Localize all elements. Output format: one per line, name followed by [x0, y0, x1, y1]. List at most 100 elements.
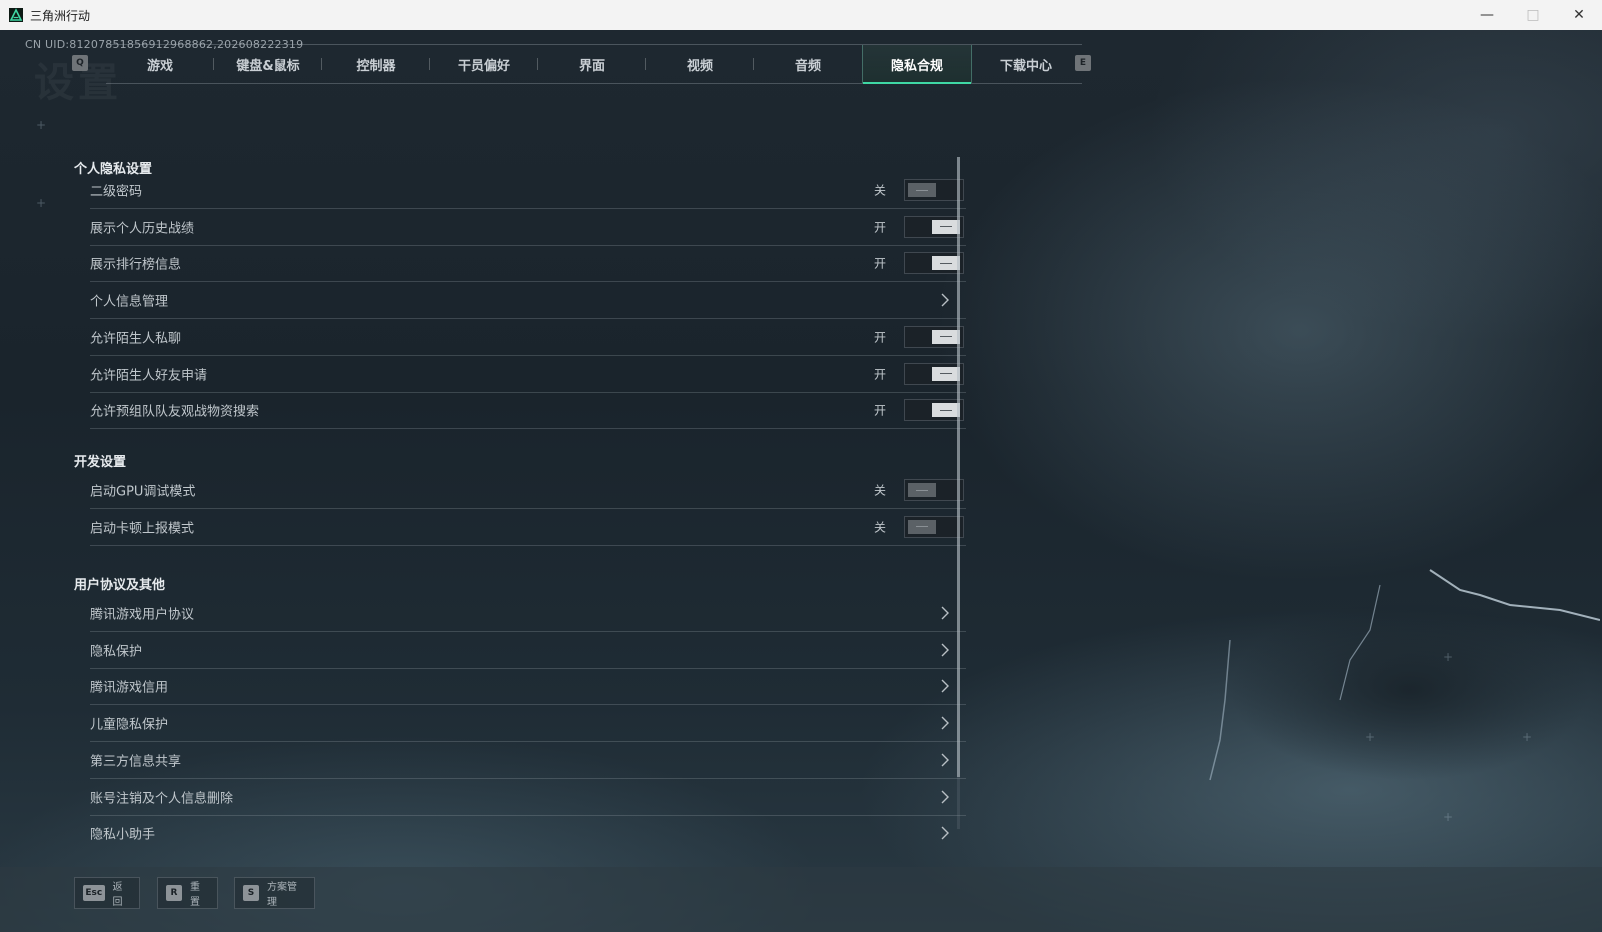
setting-row-link[interactable]: 个人信息管理 [90, 282, 966, 320]
setting-row-link[interactable]: 隐私保护 [90, 632, 966, 669]
crosshair-decoration: + [1443, 810, 1454, 824]
prev-tab-key-hint[interactable]: Q [72, 55, 88, 71]
chevron-right-icon [941, 716, 949, 730]
setting-label: 个人信息管理 [90, 294, 169, 310]
setting-row-toggle[interactable]: 二级密码 关 [90, 172, 966, 209]
tab-5[interactable]: 视频 [646, 45, 754, 83]
toggle-knob [908, 183, 936, 197]
tab-8[interactable]: 下载中心 [972, 45, 1080, 83]
toggle-knob [932, 366, 960, 381]
maximize-icon[interactable]: □ [1510, 0, 1556, 30]
setting-row-link[interactable]: 儿童隐私保护 [90, 705, 966, 743]
setting-label: 允许陌生人私聊 [90, 331, 182, 347]
app-logo-icon [8, 7, 24, 23]
toggle-state-label: 开 [873, 220, 886, 235]
setting-row-toggle[interactable]: 启动卡顿上报模式 关 [90, 509, 966, 546]
toggle-knob [932, 219, 960, 234]
reset-button-label: 重置 [190, 882, 200, 908]
window-title: 三角洲行动 [30, 8, 91, 23]
settings-panel: 个人隐私设置 二级密码关展示个人历史战绩开展示排行榜信息开个人信息管理 允许陌生人私… [70, 118, 970, 846]
toggle-knob [932, 403, 960, 418]
tab-label: 下载中心 [999, 58, 1052, 74]
toggle-knob [908, 519, 936, 534]
tab-4[interactable]: 界面 [538, 45, 646, 83]
setting-row-link[interactable]: 账号注销及个人信息删除 [90, 779, 966, 816]
scheme-manage-button[interactable]: S 方案管理 [234, 877, 315, 909]
toggle-switch[interactable] [904, 252, 964, 275]
back-button-label: 返回 [112, 882, 123, 908]
setting-label: 二级密码 [90, 184, 143, 200]
r-key-hint: R [166, 885, 182, 901]
tab-label: 游戏 [146, 58, 173, 74]
minimize-icon[interactable]: — [1464, 0, 1510, 30]
tab-label: 隐私合规 [890, 58, 943, 74]
setting-row-link[interactable]: 腾讯游戏用户协议 [90, 595, 966, 632]
toggle-switch[interactable] [904, 325, 964, 348]
s-key-hint: S [243, 885, 259, 901]
setting-row-toggle[interactable]: 允许陌生人好友申请 开 [90, 356, 966, 393]
toggle-state-label: 关 [873, 520, 886, 535]
tab-2[interactable]: 控制器 [322, 45, 430, 83]
chevron-right-icon [941, 293, 949, 307]
tab-6[interactable]: 音频 [754, 45, 862, 83]
scheme-manage-button-label: 方案管理 [267, 882, 297, 908]
back-button[interactable]: Esc 返回 [74, 877, 140, 909]
chevron-right-icon [941, 606, 949, 620]
tab-label: 界面 [578, 58, 605, 74]
setting-row-toggle[interactable]: 启动GPU调试模式 关 [90, 472, 966, 509]
section-title-agreements: 用户协议及其他 [74, 578, 166, 593]
toggle-switch[interactable] [904, 362, 964, 385]
window-title-bar: 三角洲行动 — □ ✕ [0, 0, 1602, 31]
setting-row-toggle[interactable]: 展示个人历史战绩 开 [90, 209, 966, 246]
toggle-knob [932, 329, 960, 344]
esc-key-hint: Esc [83, 885, 105, 901]
toggle-knob [932, 256, 960, 271]
tab-7[interactable]: 隐私合规 [862, 45, 972, 84]
chevron-right-icon [941, 753, 949, 767]
toggle-state-label: 关 [873, 183, 886, 198]
crosshair-decoration: + [1365, 730, 1376, 744]
close-icon[interactable]: ✕ [1556, 0, 1602, 30]
next-tab-key-hint[interactable]: E [1075, 55, 1091, 71]
tab-label: 键盘&鼠标 [236, 58, 300, 74]
setting-label: 隐私小助手 [90, 827, 156, 843]
crosshair-decoration: + [36, 118, 47, 132]
lightning-decoration [1209, 569, 1600, 781]
setting-label: 儿童隐私保护 [90, 717, 169, 733]
setting-row-link[interactable]: 隐私小助手 [90, 815, 966, 846]
crosshair-decoration: + [36, 196, 47, 210]
setting-label: 腾讯游戏信用 [90, 680, 169, 696]
reset-button[interactable]: R 重置 [157, 877, 218, 909]
toggle-state-label: 开 [873, 403, 886, 418]
chevron-right-icon [941, 826, 949, 840]
toggle-switch[interactable] [904, 179, 964, 201]
setting-label: 展示个人历史战绩 [90, 221, 195, 237]
toggle-state-label: 开 [873, 256, 886, 271]
setting-row-toggle[interactable]: 允许陌生人私聊 开 [90, 319, 966, 356]
toggle-knob [908, 483, 936, 497]
toggle-switch[interactable] [904, 515, 964, 538]
settings-tab-bar: 游戏 键盘&鼠标 控制器 干员偏好 界面 视频 音频 隐私合规 下载中心 [106, 44, 1082, 84]
tab-label: 干员偏好 [457, 58, 510, 74]
scrollbar-thumb[interactable] [957, 157, 960, 777]
setting-label: 第三方信息共享 [90, 754, 182, 770]
setting-row-toggle[interactable]: 允许预组队队友观战物资搜索 开 [90, 392, 966, 430]
setting-label: 允许陌生人好友申请 [90, 368, 208, 383]
setting-label: 展示排行榜信息 [90, 257, 182, 273]
tab-1[interactable]: 键盘&鼠标 [214, 45, 322, 83]
toggle-switch[interactable] [904, 215, 964, 238]
toggle-switch[interactable] [904, 479, 964, 501]
tab-0[interactable]: 游戏 [106, 45, 214, 83]
crosshair-decoration: + [1522, 730, 1533, 744]
toggle-state-label: 开 [873, 367, 886, 381]
setting-row-toggle[interactable]: 展示排行榜信息 开 [90, 245, 966, 283]
setting-label: 允许预组队队友观战物资搜索 [90, 404, 260, 420]
setting-label: 账号注销及个人信息删除 [90, 791, 234, 806]
chevron-right-icon [941, 643, 949, 657]
setting-label: 腾讯游戏用户协议 [90, 607, 195, 623]
setting-row-link[interactable]: 腾讯游戏信用 [90, 668, 966, 706]
toggle-switch[interactable] [904, 399, 964, 422]
setting-row-link[interactable]: 第三方信息共享 [90, 742, 966, 779]
section-title-dev: 开发设置 [74, 455, 127, 470]
tab-3[interactable]: 干员偏好 [430, 45, 538, 83]
